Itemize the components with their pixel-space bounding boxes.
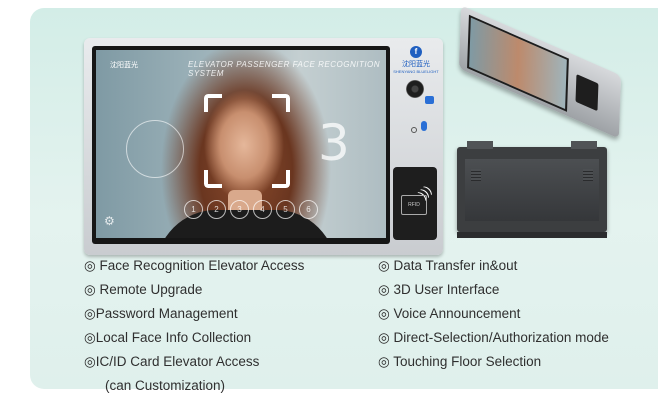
feature-item: ◎ Direct-Selection/Authorization mode xyxy=(378,330,609,345)
rfid-card-label: RFID xyxy=(401,195,427,215)
bottom-strip xyxy=(457,232,607,238)
feature-item: ◎ Remote Upgrade xyxy=(84,282,203,297)
screen-title: ELEVATOR PASSENGER FACE RECOGNITION SYST… xyxy=(188,60,381,78)
feature-list-right: ◎ Data Transfer in&out ◎ 3D User Interfa… xyxy=(378,254,609,374)
feature-list-left: ◎ Face Recognition Elevator Access ◎ Rem… xyxy=(84,254,304,398)
floor-button[interactable]: 6 xyxy=(299,200,318,219)
brand-logo-icon: f xyxy=(410,46,422,58)
camera-icon xyxy=(406,80,424,98)
terminal-back-view xyxy=(457,141,607,238)
feature-item: ◎ Data Transfer in&out xyxy=(378,258,518,273)
feature-item-note: (can Customization) xyxy=(105,378,226,393)
angled-rfid-pad xyxy=(575,73,599,112)
microphone-icon xyxy=(421,121,427,131)
feature-item: ◎Password Management xyxy=(84,306,238,321)
countdown-number: 3 xyxy=(318,114,350,172)
speaker-vent xyxy=(471,169,481,181)
mounting-tab xyxy=(571,141,597,149)
face-detection-frame xyxy=(204,94,290,188)
mic-hole-icon xyxy=(411,127,417,133)
speaker-vent xyxy=(583,169,593,181)
back-housing xyxy=(465,159,599,221)
brand-name-en: SHENYANG BLUELIGHT xyxy=(393,69,439,74)
floor-button[interactable]: 1 xyxy=(184,200,203,219)
floor-button[interactable]: 2 xyxy=(207,200,226,219)
floor-button[interactable]: 3 xyxy=(230,200,249,219)
rfid-reader: ))) RFID xyxy=(393,167,437,240)
screen-logo: 沈阳蓝光 xyxy=(110,62,138,69)
feature-item: ◎ 3D User Interface xyxy=(378,282,500,297)
feature-item: ◎IC/ID Card Elevator Access xyxy=(84,354,260,369)
feature-item: ◎ Voice Announcement xyxy=(378,306,521,321)
hud-ring xyxy=(126,120,184,178)
floor-button-row: 1 2 3 4 5 6 xyxy=(184,200,318,219)
camera-badge-icon xyxy=(425,96,434,104)
brand-logo: f 沈阳蓝光 SHENYANG BLUELIGHT xyxy=(390,46,442,74)
floor-button[interactable]: 5 xyxy=(276,200,295,219)
feature-item: ◎ Touching Floor Selection xyxy=(378,354,542,369)
brand-name-cn: 沈阳蓝光 xyxy=(402,61,430,68)
feature-item: ◎Local Face Info Collection xyxy=(84,330,252,345)
mounting-tab xyxy=(467,141,493,149)
floor-button[interactable]: 4 xyxy=(253,200,272,219)
feature-item: ◎ Face Recognition Elevator Access xyxy=(84,258,305,273)
gear-icon[interactable]: ⚙ xyxy=(104,214,115,228)
face-recognition-display: 沈阳蓝光 ELEVATOR PASSENGER FACE RECOGNITION… xyxy=(96,50,386,238)
